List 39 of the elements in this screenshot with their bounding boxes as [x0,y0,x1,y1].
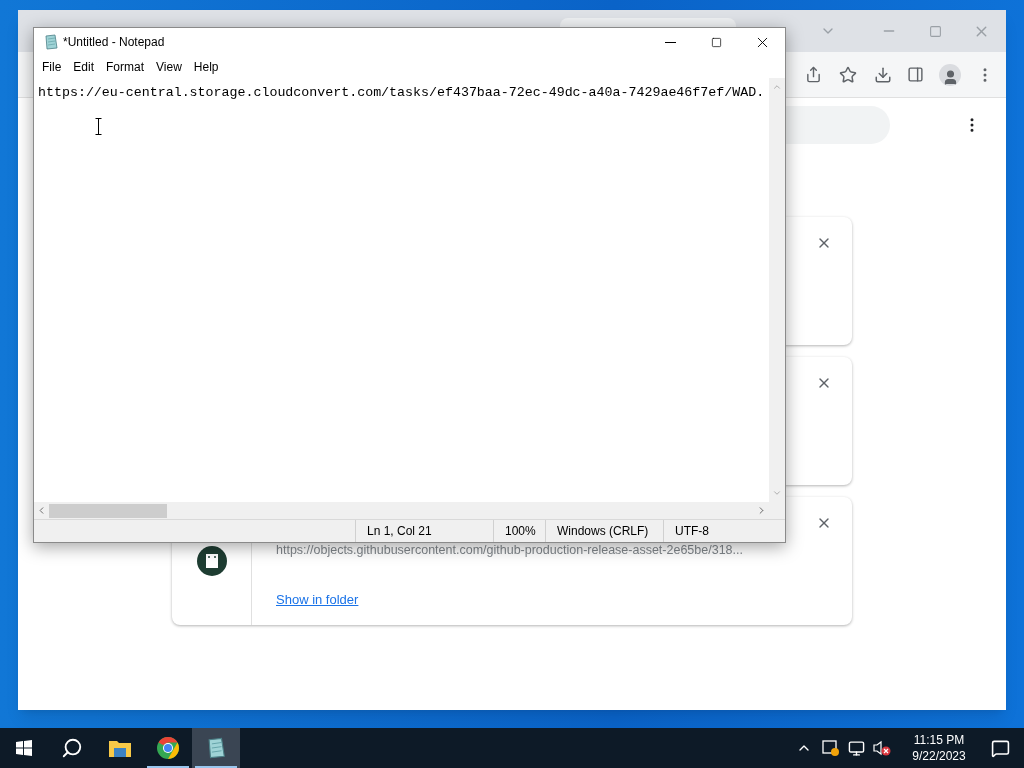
file-type-icon [196,546,227,576]
notepad-icon [205,737,227,759]
menu-item[interactable]: Help [187,58,225,76]
profile-avatar[interactable] [939,63,961,86]
muted-speaker-icon[interactable] [873,740,891,756]
maximize-icon [710,36,722,48]
windows-logo-icon [16,740,32,756]
show-in-folder-link[interactable]: Show in folder [276,589,743,610]
clock-time[interactable]: 11:15 PM [913,732,965,748]
text-cursor-icon [95,118,102,135]
browser-icon [156,736,180,760]
network-icon[interactable] [848,739,865,757]
status-text: 100% [493,520,545,542]
text-area[interactable]: https://eu-central.storage.cloudconvert.com/tasks/ef437baa-72ec-49dc-a40a-7429ae46f7ef/WAD. [34,78,769,502]
search-icon [61,737,83,759]
search-field[interactable] [786,106,890,144]
share-icon[interactable] [805,66,822,83]
notification-icon[interactable] [991,738,1010,758]
status-text: Ln 1, Col 21 [355,520,493,542]
menu-item[interactable]: Format [100,58,151,76]
download-icon[interactable] [874,65,892,84]
status-text: UTF-8 [663,520,785,542]
window-title: *Untitled - Notepad [63,34,165,51]
side-panel-icon[interactable] [907,66,924,83]
document-text: https://eu-central.storage.cloudconvert.com/tasks/ef437baa-72ec-49dc-a40a-7429ae46f7ef/WAD. [38,85,765,100]
status-text: Windows (CRLF) [545,520,663,542]
star-icon[interactable] [839,65,857,84]
horizontal-scrollbar[interactable] [34,502,769,519]
download-url: https://objects.githubusercontent.com/github-production-release-asset-2e65be/318... [276,542,743,559]
menu-item[interactable]: File [36,58,68,76]
clock-date[interactable]: 9/22/2023 [912,748,966,764]
scrollbar-thumb[interactable] [49,503,167,518]
taskbar-app[interactable] [192,728,240,768]
menu-item[interactable]: View [150,58,188,76]
folder-icon [108,738,132,758]
update-icon[interactable] [822,739,840,757]
menu-item[interactable]: Edit [67,58,101,76]
notepad-icon [43,34,59,50]
minimize-icon [664,41,676,43]
